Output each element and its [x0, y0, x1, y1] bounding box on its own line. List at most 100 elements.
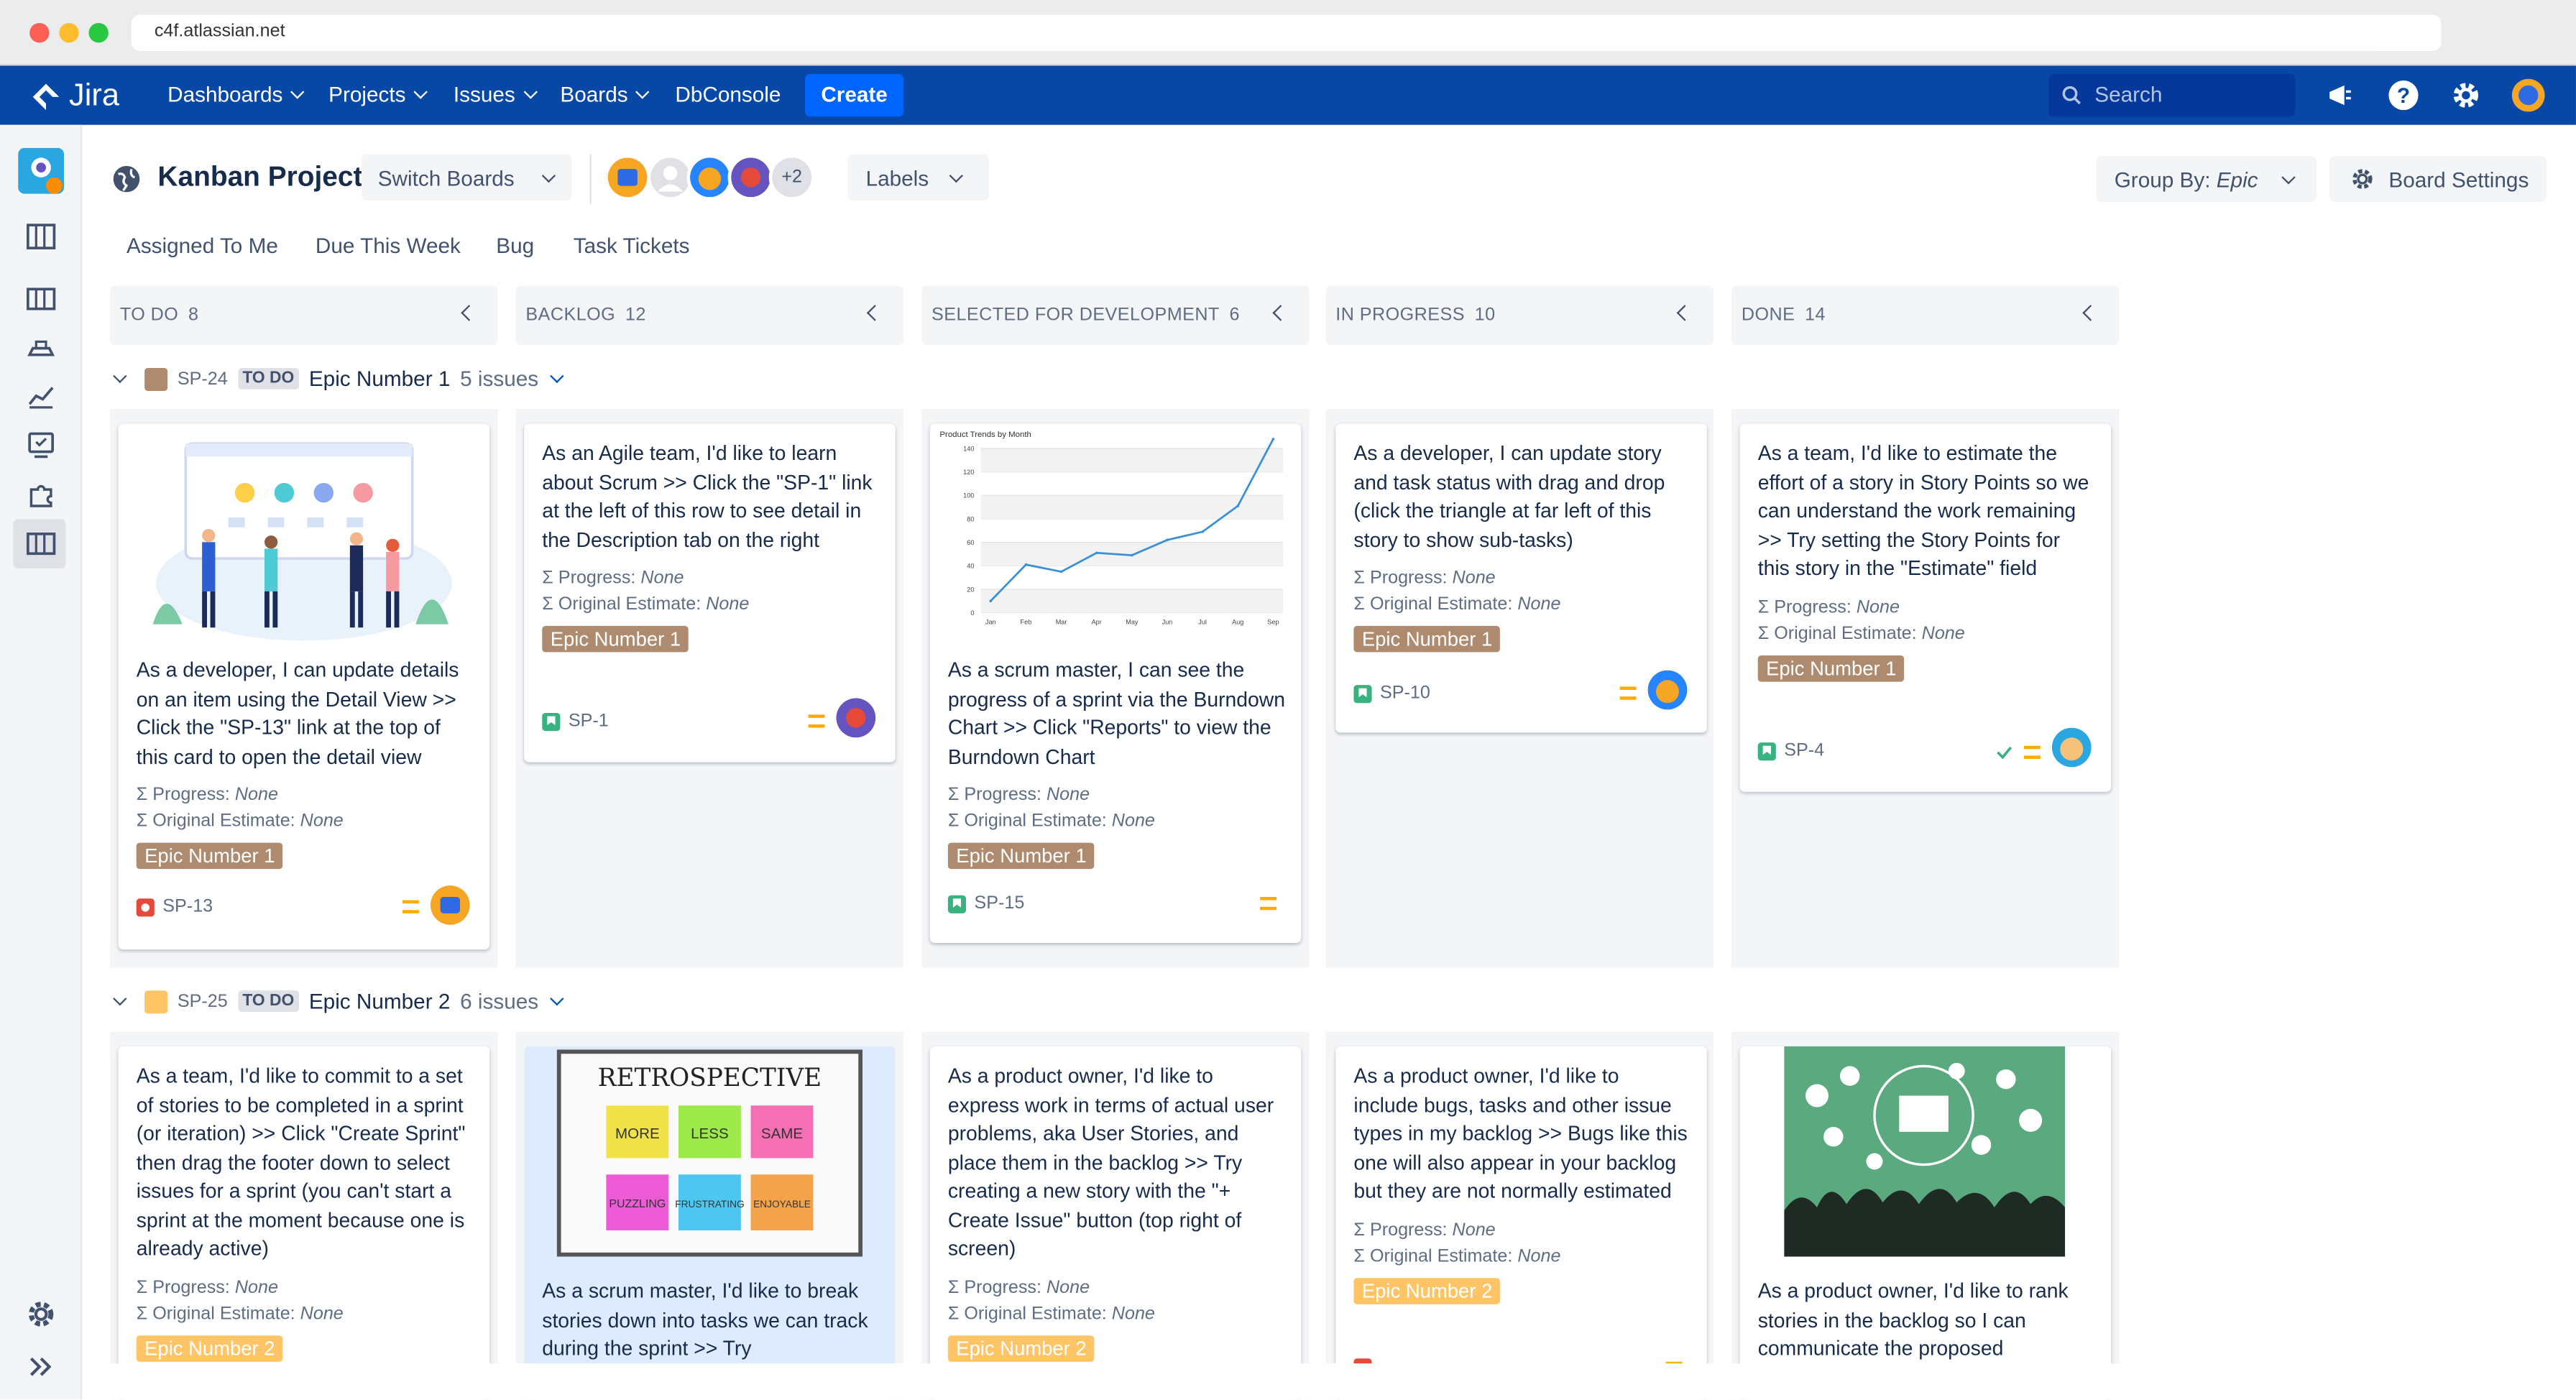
card-estimate: Σ Original Estimate: None: [1758, 620, 2093, 647]
switch-boards-button[interactable]: Switch Boards: [361, 154, 572, 201]
issue-card-sp-4[interactable]: As a team, I'd like to estimate the effo…: [1739, 423, 2112, 792]
column-header-todo[interactable]: TO DO 8: [110, 285, 498, 345]
reports-icon[interactable]: [24, 379, 58, 413]
nav-dashboards[interactable]: Dashboards: [167, 82, 305, 107]
close-window-icon[interactable]: [29, 22, 50, 43]
jira-logo[interactable]: Jira: [29, 79, 119, 115]
epic-label: Epic Number 2: [947, 1335, 1095, 1361]
nav-issues[interactable]: Issues: [454, 82, 538, 107]
progress-value: None: [640, 568, 684, 589]
releases-icon[interactable]: [24, 332, 58, 365]
collapse-column-icon[interactable]: [866, 305, 883, 321]
avatar-robot-icon[interactable]: [604, 154, 651, 201]
project-settings-gear-icon[interactable]: [24, 1298, 58, 1331]
board-bottom-edge: [82, 1363, 2576, 1400]
progress-value: None: [234, 1277, 278, 1297]
card-estimate: Σ Original Estimate: None: [948, 809, 1287, 835]
labels-filter-button[interactable]: Labels: [847, 154, 989, 201]
chart-data-point: [1059, 570, 1063, 574]
issue-card-user-stories[interactable]: As a product owner, I'd like to express …: [929, 1046, 1302, 1400]
chevron-down-icon[interactable]: [549, 369, 564, 384]
divider: [589, 154, 592, 204]
sticky-note: FRUSTRATING: [675, 1199, 744, 1210]
add-ons-puzzle-icon[interactable]: [24, 478, 58, 511]
avatar-cat-icon[interactable]: [686, 154, 733, 201]
column-header-backlog[interactable]: BACKLOG 12: [515, 285, 904, 345]
epic-label: Epic Number 1: [1757, 654, 1905, 681]
bug-type-icon: [136, 898, 155, 916]
assignee-avatar-icon[interactable]: [836, 698, 876, 738]
assignee-avatar-icon[interactable]: [1647, 670, 1688, 710]
issue-card-sp-13[interactable]: As a developer, I can update details on …: [118, 423, 490, 950]
app-root: c4f.atlassian.net Jira Dashboards Projec…: [0, 0, 2576, 1400]
epic-label: Epic Number 1: [1353, 625, 1501, 653]
assignee-avatar-icon[interactable]: [430, 885, 470, 925]
progress-value: None: [1856, 597, 1900, 617]
nav-label: Boards: [560, 82, 628, 107]
svg-text:?: ?: [2397, 84, 2410, 108]
board-icon[interactable]: [24, 282, 58, 316]
nav-boards[interactable]: Boards: [560, 82, 650, 107]
collapse-column-icon[interactable]: [1272, 305, 1289, 321]
issue-card-include-bugs[interactable]: As a product owner, I'd like to include …: [1335, 1046, 1707, 1400]
quick-filter-due-this-week[interactable]: Due This Week: [316, 234, 461, 258]
column-header-done[interactable]: DONE 14: [1731, 285, 2120, 345]
expand-sidebar-icon[interactable]: [24, 1350, 58, 1383]
project-avatar-icon[interactable]: [18, 147, 65, 194]
priority-medium-icon: [402, 900, 419, 913]
top-navigation: Jira Dashboards Projects Issues Boards D…: [0, 65, 2576, 125]
estimate-value: None: [1921, 623, 1965, 643]
card-key[interactable]: SP-13: [136, 897, 213, 916]
swimlane-header-epic-2[interactable]: SP-25 TO DO Epic Number 2 6 issues: [113, 989, 564, 1013]
chevron-down-icon: [413, 85, 428, 99]
collapse-column-icon[interactable]: [1676, 305, 1693, 321]
chevron-down-icon[interactable]: [113, 369, 127, 384]
estimate-label: Σ Original Estimate:: [136, 811, 295, 832]
search-input[interactable]: Search: [2048, 73, 2296, 117]
issue-card-break-stories[interactable]: RETROSPECTIVE MORE LESS SAME PUZZLING FR…: [524, 1046, 896, 1400]
quick-filter-assigned-to-me[interactable]: Assigned To Me: [126, 234, 278, 258]
progress-value: None: [1046, 785, 1090, 805]
create-button[interactable]: Create: [804, 73, 904, 117]
group-by-button[interactable]: Group By: Epic: [2096, 156, 2317, 203]
collapse-column-icon[interactable]: [2082, 305, 2099, 321]
issue-card-commit-sprint[interactable]: As a team, I'd like to commit to a set o…: [118, 1046, 490, 1400]
board-settings-button[interactable]: Board Settings: [2329, 156, 2547, 203]
column-header-in-progress[interactable]: IN PROGRESS 10: [1325, 285, 1714, 345]
help-icon[interactable]: ?: [2387, 79, 2420, 112]
team-planning-illustration: [152, 442, 452, 641]
chart-data-point: [1095, 551, 1098, 555]
nav-dbconsole[interactable]: DbConsole: [675, 82, 781, 106]
epic-label: Epic Number 2: [136, 1335, 283, 1361]
card-key[interactable]: SP-15: [947, 893, 1024, 913]
more-avatars-badge[interactable]: +2: [768, 154, 815, 201]
user-avatar-icon[interactable]: [2511, 78, 2545, 112]
issue-card-sp-15[interactable]: Product Trends by Month 0 20 40 60 80 100 120 1…: [929, 423, 1302, 943]
minimize-window-icon[interactable]: [59, 22, 79, 43]
card-key[interactable]: SP-1: [542, 711, 609, 731]
swimlane-header-epic-1[interactable]: SP-24 TO DO Epic Number 1 5 issues: [113, 367, 564, 391]
group-by-prefix: Group By:: [2114, 166, 2217, 192]
card-estimate: Σ Original Estimate: None: [1353, 1243, 1688, 1269]
settings-gear-icon[interactable]: [2450, 79, 2483, 112]
avatar-person-icon[interactable]: [727, 154, 774, 201]
issue-card-sp-1[interactable]: As an Agile team, I'd like to learn abou…: [524, 423, 896, 763]
chevron-down-icon[interactable]: [113, 992, 127, 1006]
column-header-selected[interactable]: SELECTED FOR DEVELOPMENT 6: [921, 285, 1310, 345]
address-bar[interactable]: c4f.atlassian.net: [131, 14, 2442, 51]
quick-filter-bug[interactable]: Bug: [496, 234, 534, 258]
backlog-icon[interactable]: [24, 220, 58, 253]
issue-card-rank-stories[interactable]: As a product owner, I'd like to rank sto…: [1739, 1046, 2112, 1400]
assignee-avatar-icon[interactable]: [2051, 727, 2092, 768]
nav-projects[interactable]: Projects: [328, 82, 428, 107]
maximize-window-icon[interactable]: [88, 22, 109, 43]
card-key[interactable]: SP-10: [1353, 683, 1430, 703]
issue-card-sp-10[interactable]: As a developer, I can update story and t…: [1335, 423, 1707, 733]
issues-icon[interactable]: [24, 429, 58, 462]
quick-filter-task-tickets[interactable]: Task Tickets: [574, 234, 690, 258]
card-key[interactable]: SP-4: [1757, 741, 1824, 760]
chevron-down-icon[interactable]: [549, 992, 564, 1006]
collapse-column-icon[interactable]: [461, 305, 477, 321]
story-type-icon: [1353, 683, 1372, 703]
megaphone-icon[interactable]: [2324, 79, 2358, 112]
